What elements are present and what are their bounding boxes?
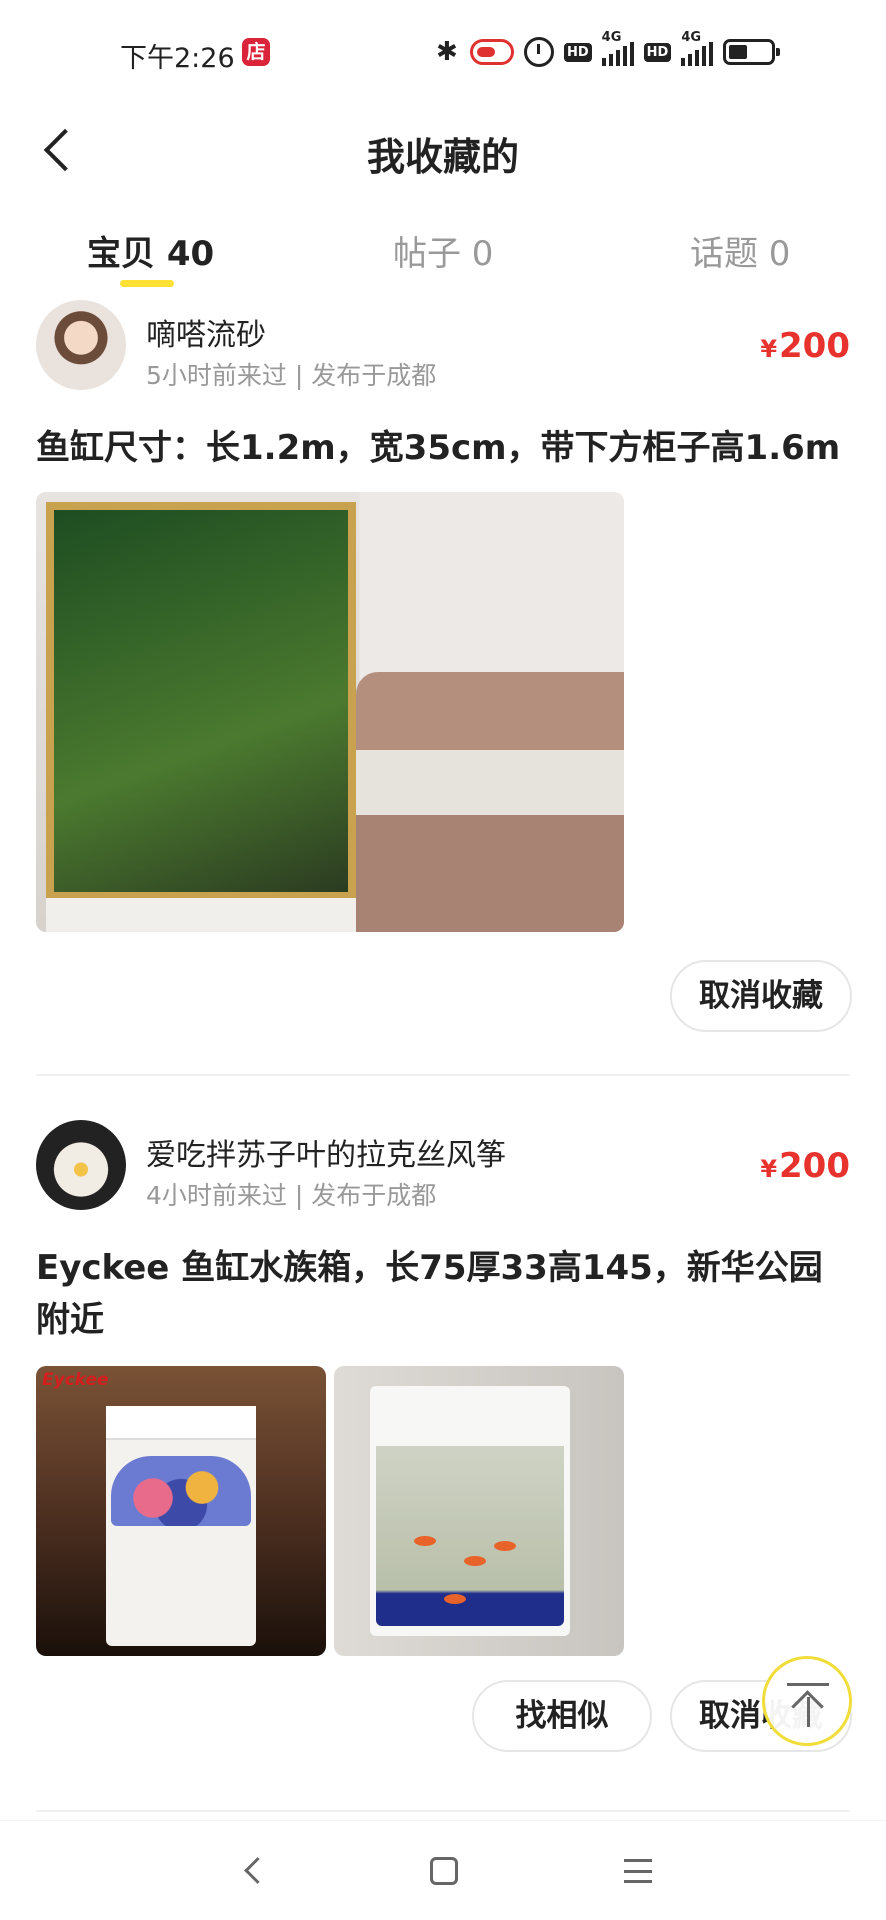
price: ¥200 [760, 1146, 850, 1186]
currency-symbol: ¥ [760, 1155, 778, 1183]
price-value: 200 [779, 1146, 850, 1186]
network-label: 4G [681, 30, 702, 45]
arrow-up-icon [807, 1697, 810, 1727]
signal-icon: 4G [681, 30, 714, 66]
user-meta: 5小时前来过 | 发布于成都 [146, 361, 437, 390]
item-photo[interactable]: Eyckee [36, 1366, 326, 1656]
bluetooth-icon: ✱ [436, 37, 458, 67]
item-photo[interactable] [36, 492, 624, 932]
divider [36, 1810, 850, 1812]
fish-graphic [464, 1556, 486, 1566]
price: ¥200 [760, 326, 850, 366]
water-graphic [376, 1446, 564, 1626]
find-similar-button[interactable]: 找相似 [472, 1680, 652, 1752]
aquarium-cabinet-graphic [106, 1406, 256, 1646]
item-photo[interactable] [334, 1366, 624, 1656]
unfavorite-button[interactable]: 取消收藏 [670, 960, 852, 1032]
battery-icon [723, 39, 781, 65]
scroll-to-top-button[interactable] [762, 1656, 852, 1746]
header: 我收藏的 [0, 104, 886, 204]
signal-icon: 4G [601, 30, 634, 66]
image-brand-label: Eyckee [42, 1370, 109, 1390]
divider [36, 1074, 850, 1076]
nav-menu-icon[interactable] [624, 1859, 652, 1883]
sofa-graphic [356, 672, 624, 932]
network-label: 4G [601, 30, 622, 45]
store-badge-icon: 店 [242, 38, 270, 66]
user-name[interactable]: 嘀嗒流砂 [146, 310, 266, 354]
cabinet-graphic [46, 892, 366, 932]
page-title: 我收藏的 [366, 135, 519, 179]
aquarium-graphic [46, 502, 356, 902]
hd-icon: HD [564, 42, 592, 62]
avatar[interactable] [36, 1120, 126, 1210]
tab-indicator [120, 280, 174, 287]
price-value: 200 [779, 326, 850, 366]
toggle-icon [470, 39, 514, 65]
fish-graphic [414, 1536, 436, 1546]
hd-icon: HD [643, 42, 672, 62]
user-name[interactable]: 爱吃拌苏子叶的拉克丝风筝 [146, 1130, 506, 1174]
nav-home-icon[interactable] [430, 1857, 458, 1885]
item-title[interactable]: 鱼缸尺寸：长1.2m，宽35cm，带下方柜子高1.6m [36, 422, 856, 474]
avatar[interactable] [36, 300, 126, 390]
aquarium-lid-graphic [106, 1406, 256, 1440]
tab-items[interactable]: 宝贝 40 [87, 226, 214, 275]
status-bar: 下午2:26 店 ✱ HD 4G HD 4G [0, 0, 886, 104]
fish-graphic [444, 1594, 466, 1604]
item-title[interactable]: Eyckee 鱼缸水族箱，长75厚33高145，新华公园附近 [36, 1242, 856, 1346]
fish-graphic [494, 1541, 516, 1551]
alarm-icon [524, 37, 554, 67]
coral-graphic [111, 1456, 251, 1526]
currency-symbol: ¥ [760, 335, 778, 363]
tab-topics[interactable]: 话题 0 [690, 226, 790, 275]
system-nav-bar [0, 1820, 886, 1920]
tab-bar: 宝贝 40 帖子 0 话题 0 [0, 220, 886, 290]
nav-back-icon[interactable] [240, 1857, 268, 1885]
tab-posts[interactable]: 帖子 0 [393, 226, 493, 275]
status-time: 下午2:26 [120, 43, 235, 74]
status-icons: ✱ HD 4G HD 4G [436, 30, 781, 70]
user-meta: 4小时前来过 | 发布于成都 [146, 1181, 437, 1210]
